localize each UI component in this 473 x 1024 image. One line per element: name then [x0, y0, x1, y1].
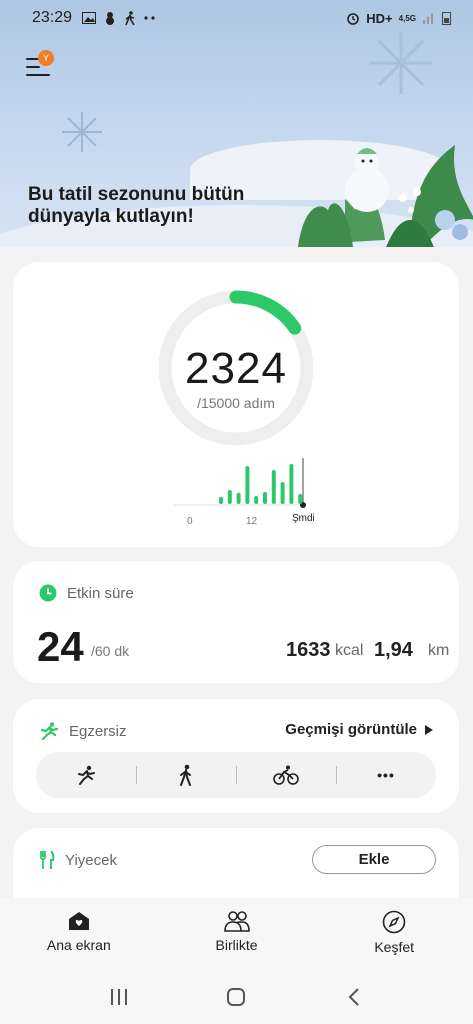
axis-label-start: 0 [187, 516, 193, 527]
calories-unit: kcal [335, 642, 364, 659]
banner-headline: Bu tatil sezonunu bütün dünyayla kutlayı… [28, 184, 245, 227]
recent-apps-button[interactable] [99, 982, 139, 1012]
view-history-link[interactable]: Geçmişi görüntüle [285, 721, 433, 738]
holly-icon [298, 203, 353, 247]
network-label: HD+ [366, 10, 393, 26]
active-minutes-goal: /60 dk [91, 643, 130, 659]
hourly-bar [245, 466, 250, 504]
hourly-bar [298, 494, 303, 504]
signal-icon [423, 14, 433, 24]
running-exercise-button[interactable] [36, 752, 136, 798]
walking-exercise-button[interactable] [136, 752, 236, 798]
cycling-exercise-button[interactable] [236, 752, 336, 798]
exercise-header: Egzersiz [39, 722, 127, 740]
play-arrow-icon [425, 724, 433, 735]
nav-discover[interactable]: Keşfet [315, 898, 473, 970]
status-time: 23:29 [32, 9, 73, 26]
people-icon [223, 911, 250, 932]
active-time-card[interactable]: Etkin süre 24 /60 dk 1633 kcal 1,94 km [13, 561, 459, 683]
add-food-button[interactable]: Ekle [312, 845, 436, 874]
back-icon [348, 988, 359, 1006]
nav-home[interactable]: Ana ekran [0, 898, 158, 970]
walking-icon [180, 764, 191, 786]
back-button[interactable] [334, 982, 374, 1012]
more-dots: ••• [377, 767, 395, 783]
cycling-icon [273, 765, 299, 785]
nav-together-label: Birlikte [215, 937, 258, 953]
hourly-bar [236, 492, 241, 504]
hourly-bar [219, 496, 223, 504]
nav-together[interactable]: Birlikte [158, 898, 316, 970]
home-heart-icon [68, 912, 89, 930]
battery-icon [442, 12, 451, 25]
steps-goal: /15000 adım [197, 395, 275, 411]
hourly-bar [289, 464, 294, 504]
status-bar: 23:29 HD+ 4,5G [0, 0, 473, 36]
nav-discover-label: Keşfet [374, 939, 415, 955]
hourly-bar [227, 490, 232, 504]
hourly-bar [280, 482, 285, 504]
recent-apps-icon [110, 989, 127, 1005]
alarm-icon [347, 13, 360, 25]
active-time-title: Etkin süre [67, 584, 134, 602]
walking-status-icon [125, 10, 135, 25]
active-time-header: Etkin süre [39, 584, 134, 602]
compass-icon [382, 910, 406, 934]
running-icon [78, 765, 95, 785]
more-exercises-button[interactable]: ••• [336, 752, 436, 798]
axis-label-mid: 12 [246, 516, 258, 527]
snowflake-icon [62, 112, 102, 152]
snowflake-icon [370, 32, 432, 94]
clock-icon [39, 584, 57, 602]
steps-card[interactable]: 2324 /15000 adım 0 12 Şmdi [13, 262, 459, 547]
food-title: Yiyecek [65, 851, 117, 869]
fork-knife-icon [40, 851, 55, 869]
more-notifications-icon [144, 16, 155, 20]
menu-badge: Y [38, 50, 54, 66]
running-icon [40, 722, 59, 740]
snowman-illustration [345, 145, 473, 247]
steps-count: 2324 [185, 344, 287, 393]
network-type: 4,5G [398, 13, 416, 23]
home-system-button[interactable] [216, 982, 256, 1012]
snowman-status-icon [106, 12, 115, 25]
food-header: Yiyecek [39, 851, 117, 869]
axis-label-now: Şmdi [292, 513, 315, 524]
active-minutes: 24 [37, 623, 84, 670]
home-system-icon [227, 988, 246, 1006]
hourly-bar [254, 496, 259, 504]
distance-value: 1,94 [374, 639, 413, 661]
exercise-card[interactable]: Egzersiz Geçmişi görüntüle ••• [13, 699, 459, 813]
calories-value: 1633 [286, 639, 331, 661]
hourly-bar [263, 492, 267, 504]
hourly-bar [271, 470, 276, 504]
distance-unit: km [428, 642, 450, 659]
hourly-steps-chart: 0 12 Şmdi [173, 458, 315, 527]
exercise-quick-bar: ••• [36, 752, 436, 798]
system-navigation [0, 970, 473, 1024]
exercise-title: Egzersiz [69, 722, 127, 740]
gallery-icon [82, 12, 97, 24]
menu-button[interactable]: Y [26, 50, 54, 80]
nav-home-label: Ana ekran [46, 937, 111, 953]
bottom-navigation: Ana ekran Birlikte Keşfet [0, 898, 473, 970]
